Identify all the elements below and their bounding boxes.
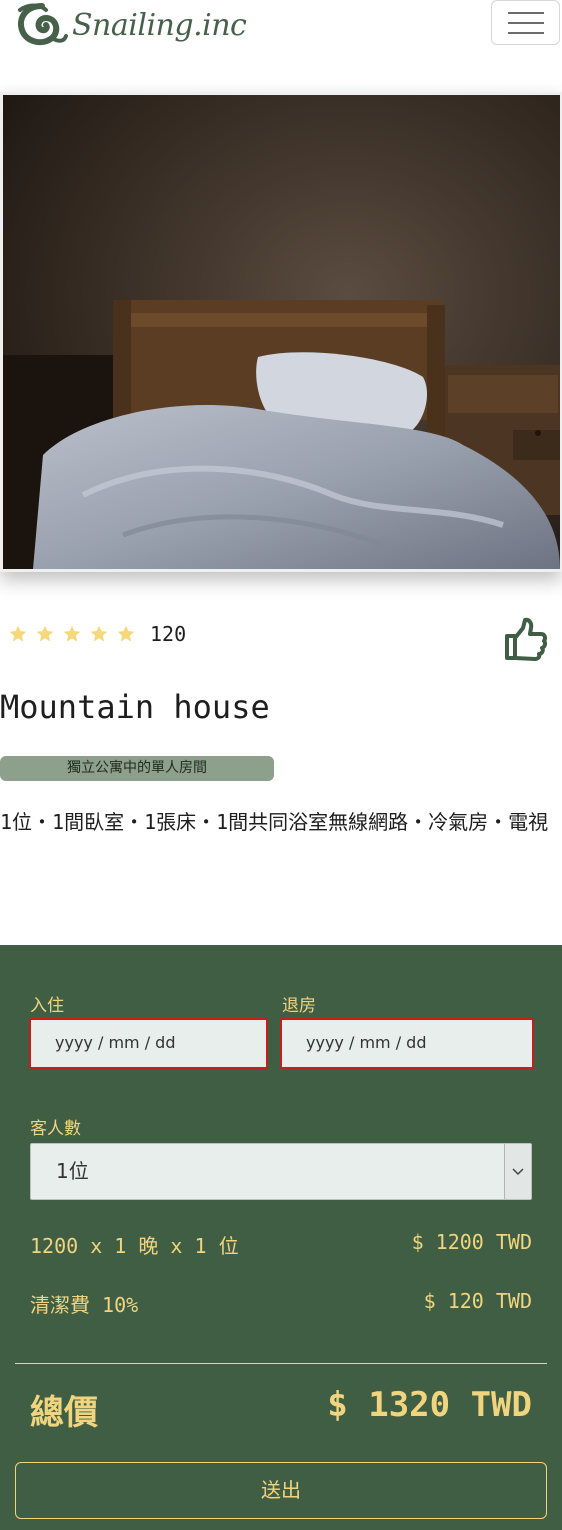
guests-select[interactable]: 1位 — [30, 1143, 532, 1200]
amenities-text: 1位・1間臥室・1張床・1間共同浴室無線網路・冷氣房・電視 — [0, 810, 549, 834]
guests-selected-value: 1位 — [56, 1159, 89, 1183]
room-photo — [3, 95, 560, 569]
total-row: 總價 $ 1320 TWD — [30, 1385, 532, 1434]
cleaning-fee-label: 清潔費 10% — [30, 1293, 139, 1317]
cleaning-fee-row: 清潔費 10% $ 120 TWD — [30, 1289, 532, 1318]
checkout-date-input[interactable]: yyyy / mm / dd — [280, 1018, 534, 1069]
checkin-label: 入住 — [30, 996, 64, 1016]
brand-logo[interactable]: Snailing.inc — [16, 2, 247, 48]
total-amount: $ 1320 TWD — [327, 1385, 532, 1425]
divider — [15, 1363, 547, 1364]
hamburger-icon-line — [507, 31, 544, 34]
room-title: Mountain house — [0, 688, 270, 726]
star-icon — [117, 625, 135, 642]
rating: 120 — [8, 622, 186, 646]
booking-form: 入住 退房 yyyy / mm / dd yyyy / mm / dd 客人數 … — [0, 945, 562, 1530]
price-amount: $ 1200 TWD — [411, 1230, 532, 1254]
brand-name: Snailing.inc — [72, 7, 247, 43]
checkout-label: 退房 — [282, 996, 316, 1016]
cleaning-fee-amount: $ 120 TWD — [423, 1289, 532, 1313]
star-icon — [36, 625, 54, 642]
star-icon — [90, 625, 108, 642]
hamburger-icon-line — [507, 21, 544, 24]
star-icon — [63, 625, 81, 642]
room-type-badge: 獨立公寓中的單人房間 — [0, 756, 274, 781]
navbar: Snailing.inc — [0, 0, 562, 60]
snail-logo-icon — [18, 3, 68, 46]
rating-count: 120 — [150, 622, 187, 646]
price-breakdown: 1200 x 1 晚 x 1 位 — [30, 1234, 239, 1258]
total-label: 總價 — [30, 1393, 98, 1433]
chevron-down-icon[interactable] — [504, 1144, 531, 1199]
star-icon — [9, 625, 27, 642]
hamburger-icon-line — [507, 11, 544, 14]
guests-label: 客人數 — [30, 1119, 81, 1139]
rating-stars — [8, 624, 136, 644]
checkin-date-input[interactable]: yyyy / mm / dd — [29, 1018, 268, 1069]
thumbs-up-icon[interactable] — [503, 616, 547, 662]
nav-toggle-button[interactable] — [491, 0, 560, 45]
submit-button[interactable]: 送出 — [15, 1462, 547, 1519]
room-photo-card — [0, 92, 562, 572]
price-row: 1200 x 1 晚 x 1 位 $ 1200 TWD — [30, 1230, 532, 1259]
